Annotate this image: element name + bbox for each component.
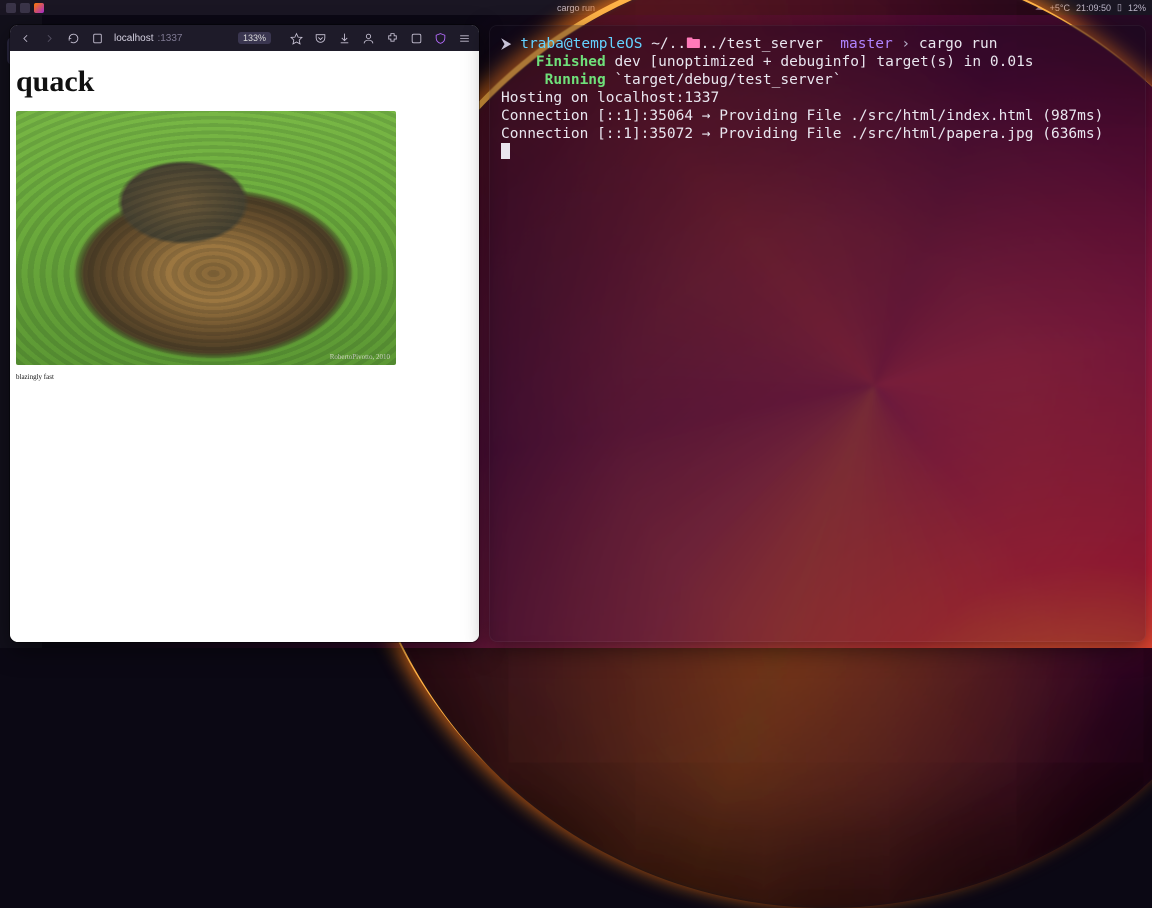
duck-image: RobertoPivotto, 2010 xyxy=(16,111,396,365)
reload-icon[interactable] xyxy=(66,31,80,45)
prompt-path: ../test_server xyxy=(701,36,823,52)
back-icon[interactable] xyxy=(18,31,32,45)
temperature-readout: +5°C xyxy=(1050,3,1070,13)
log-hosting: Hosting on localhost:1337 xyxy=(501,90,719,106)
url-port: :1337 xyxy=(157,33,182,44)
battery-icon: ▯ xyxy=(1117,2,1122,13)
browser-window: localhost:1337 133% quack Robert xyxy=(10,25,479,642)
status-finished-rest: dev [unoptimized + debuginfo] target(s) … xyxy=(606,54,1034,70)
terminal-output: ⮞ traba@templeOS ~/..🖿../test_server mas… xyxy=(489,25,1146,172)
log-conn-2: Connection [::1]:35072 → Providing File … xyxy=(501,126,1103,142)
clock-readout: 21:09:50 xyxy=(1076,3,1111,13)
page-caption: blazingly fast xyxy=(16,373,473,381)
log-conn-1: Connection [::1]:35064 → Providing File … xyxy=(501,108,1103,124)
menu-icon[interactable] xyxy=(457,31,471,45)
window-title: cargo run xyxy=(557,3,595,13)
prompt-at: @ xyxy=(564,36,573,52)
tray-app-icon[interactable] xyxy=(20,3,30,13)
folder-icon: 🖿 xyxy=(686,36,701,52)
page-heading: quack xyxy=(16,65,473,99)
status-running-rest: `target/debug/test_server` xyxy=(606,72,842,88)
forward-icon[interactable] xyxy=(42,31,56,45)
status-running: Running xyxy=(545,72,606,88)
prompt-command: cargo run xyxy=(919,36,998,52)
prompt-host: templeOS xyxy=(573,36,643,52)
browser-toolbar: localhost :1337 133% xyxy=(10,25,479,51)
shield-icon[interactable] xyxy=(433,31,447,45)
status-finished: Finished xyxy=(536,54,606,70)
battery-percent: 12% xyxy=(1128,3,1146,13)
star-icon[interactable] xyxy=(289,31,303,45)
address-bar[interactable]: localhost :1337 xyxy=(114,33,183,44)
extensions-icon[interactable] xyxy=(385,31,399,45)
page-content: quack RobertoPivotto, 2010 blazingly fas… xyxy=(10,51,479,642)
url-host: localhost xyxy=(114,33,153,44)
account-icon[interactable] xyxy=(361,31,375,45)
firefox-tray-icon[interactable] xyxy=(34,3,44,13)
site-info-icon[interactable] xyxy=(90,31,104,45)
download-icon[interactable] xyxy=(337,31,351,45)
image-watermark: RobertoPivotto, 2010 xyxy=(330,353,390,361)
tray-icons xyxy=(6,3,44,13)
prompt-user: traba xyxy=(520,36,564,52)
prompt-glyph: ⮞ xyxy=(501,36,511,52)
prompt-branch: master xyxy=(840,36,892,52)
terminal-window[interactable]: ⮞ traba@templeOS ~/..🖿../test_server mas… xyxy=(489,25,1146,642)
terminal-cursor xyxy=(501,143,510,159)
pocket-icon[interactable] xyxy=(313,31,327,45)
prompt-path-prefix: ~/.. xyxy=(651,36,686,52)
prompt-sep: › xyxy=(901,36,910,52)
tray-app-icon[interactable] xyxy=(6,3,16,13)
adblock-icon[interactable] xyxy=(409,31,423,45)
zoom-badge[interactable]: 133% xyxy=(238,32,271,44)
